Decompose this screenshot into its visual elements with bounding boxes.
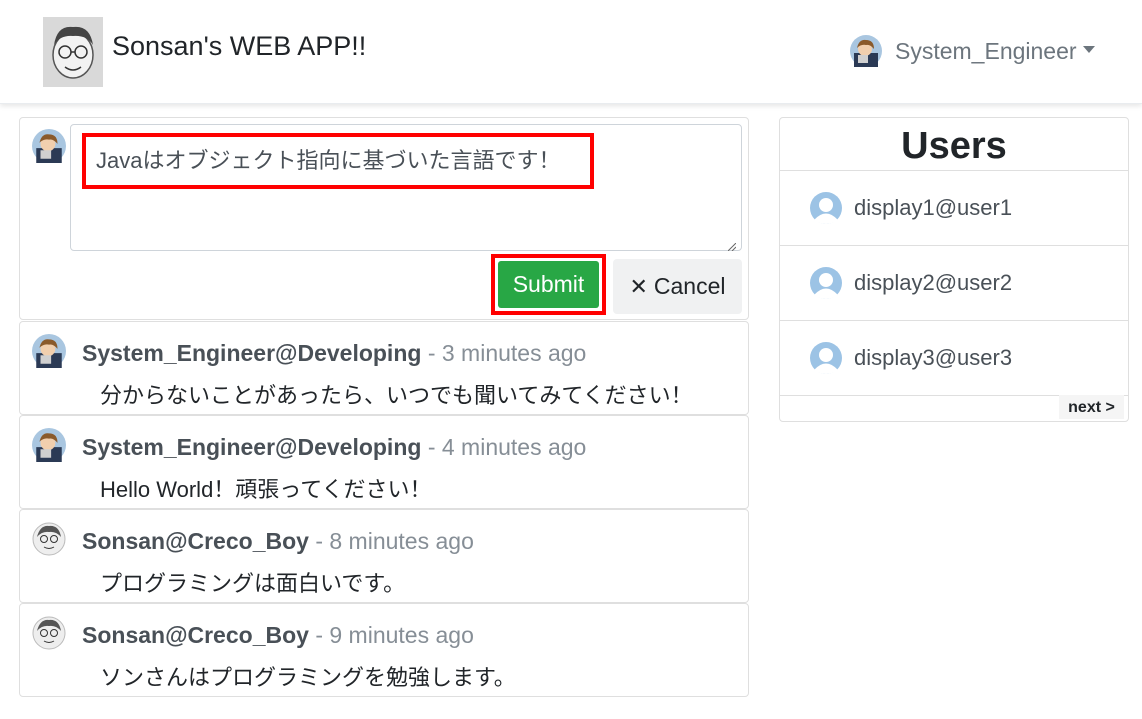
post-author-avatar[interactable] (32, 616, 66, 650)
post-item: Sonsan@Creco_Boy - 9 minutes ago ソンさんはプロ… (19, 603, 749, 697)
submit-highlight-box: Submit (491, 254, 606, 315)
user-name-label: System_Engineer (895, 37, 1077, 64)
post-header: System_Engineer@Developing - 4 minutes a… (82, 434, 586, 461)
user-list-item[interactable]: display3@user3 (780, 321, 1128, 396)
user-list-item[interactable]: display1@user1 (780, 171, 1128, 246)
user-menu-dropdown[interactable]: System_Engineer (850, 34, 1095, 68)
post-author-avatar[interactable] (32, 522, 66, 556)
post-timestamp: - 8 minutes ago (315, 528, 474, 554)
default-user-icon (810, 342, 842, 374)
close-icon: ✕ (629, 273, 648, 299)
post-item: Sonsan@Creco_Boy - 8 minutes ago プログラミング… (19, 509, 749, 603)
post-header: System_Engineer@Developing - 3 minutes a… (82, 340, 586, 367)
brand-title[interactable]: Sonsan's WEB APP!! (112, 31, 366, 62)
user-list-item[interactable]: display2@user2 (780, 246, 1128, 321)
post-author-avatar[interactable] (32, 428, 66, 462)
cancel-button[interactable]: ✕ Cancel (613, 259, 742, 314)
user-avatar (850, 35, 882, 67)
post-body: プログラミングは面白いです。 (100, 571, 406, 596)
post-timestamp: - 9 minutes ago (315, 622, 474, 648)
user-list-label: display3@user3 (854, 345, 1013, 370)
post-author[interactable]: System_Engineer@Developing (82, 434, 421, 460)
post-input[interactable]: Javaはオブジェクト指向に基づいた言語です！ (70, 124, 742, 251)
post-item: System_Engineer@Developing - 3 minutes a… (19, 321, 749, 415)
post-body: 分からないことがあったら、いつでも聞いてみてください！ (100, 383, 693, 408)
user-list-label: display1@user1 (854, 195, 1013, 220)
post-body: ソンさんはプログラミングを勉強します。 (100, 665, 516, 690)
post-header: Sonsan@Creco_Boy - 8 minutes ago (82, 528, 474, 555)
post-timestamp: - 4 minutes ago (427, 434, 587, 460)
cancel-label: Cancel (653, 273, 726, 299)
post-author[interactable]: System_Engineer@Developing (82, 340, 421, 366)
brand-logo[interactable] (43, 17, 103, 87)
user-list-label: display2@user2 (854, 270, 1013, 295)
users-panel-title: Users (780, 118, 1128, 171)
post-item: System_Engineer@Developing - 4 minutes a… (19, 415, 749, 509)
navbar: Sonsan's WEB APP!! System_Engineer (0, 0, 1142, 104)
post-author[interactable]: Sonsan@Creco_Boy (82, 528, 309, 554)
post-header: Sonsan@Creco_Boy - 9 minutes ago (82, 622, 474, 649)
default-user-icon (810, 192, 842, 224)
next-page-button[interactable]: next > (1059, 395, 1124, 419)
post-timestamp: - 3 minutes ago (427, 340, 587, 366)
form-user-avatar (32, 129, 66, 163)
users-panel: Users display1@user1 display2@user2 disp… (779, 117, 1129, 422)
default-user-icon (810, 267, 842, 299)
submit-button[interactable]: Submit (498, 261, 599, 308)
post-body: Hello World！頑張ってください！ (100, 477, 432, 502)
post-author-avatar[interactable] (32, 334, 66, 368)
caret-down-icon (1082, 45, 1095, 53)
post-author[interactable]: Sonsan@Creco_Boy (82, 622, 309, 648)
